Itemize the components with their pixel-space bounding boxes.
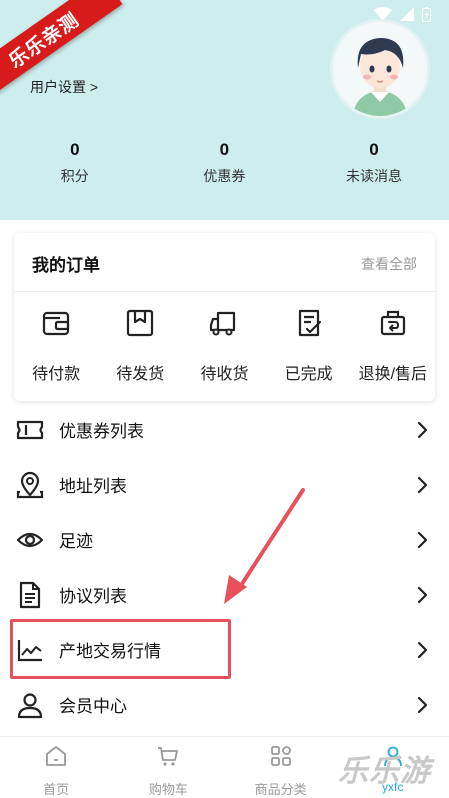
document-icon — [19, 581, 41, 608]
wallet-icon — [42, 311, 70, 336]
stat-label: 优惠券 — [203, 168, 246, 184]
order-item-label: 待付款 — [32, 366, 81, 383]
watermark: 乐乐游戏 yxfc — [330, 742, 449, 798]
stat-unread-messages[interactable]: 0 未读消息 — [299, 140, 449, 186]
stat-value: 0 — [70, 140, 80, 159]
order-item-label: 待收货 — [200, 366, 249, 383]
orders-title: 我的订单 — [32, 256, 100, 275]
view-all-orders-link[interactable]: 查看全部 — [361, 254, 417, 274]
order-pending-shipment[interactable]: 待发货 — [98, 307, 182, 384]
menu-item-label: 足迹 — [59, 532, 93, 551]
tab-cart[interactable]: 购物车 — [112, 737, 224, 798]
eye-icon — [16, 532, 44, 547]
stat-value: 0 — [369, 140, 379, 159]
chevron-right-icon — [417, 586, 428, 603]
menu-item-label: 优惠券列表 — [59, 422, 144, 441]
stat-points[interactable]: 0 积分 — [0, 140, 150, 186]
tab-home[interactable]: 首页 — [0, 737, 112, 798]
ticket-icon — [16, 420, 44, 439]
battery-icon — [422, 6, 431, 22]
order-item-label: 待发货 — [116, 366, 165, 383]
tab-label: 商品分类 — [254, 782, 307, 797]
menu-item-label: 协议列表 — [59, 587, 127, 606]
tab-categories[interactable]: 商品分类 — [225, 737, 337, 798]
order-item-label: 已完成 — [284, 366, 333, 383]
order-status-row: 待付款 待发货 待收货 已完成 退换/售后 — [14, 307, 435, 384]
menu-item-footprint[interactable]: 足迹 — [0, 512, 449, 567]
stat-label: 积分 — [60, 168, 89, 184]
order-completed[interactable]: 已完成 — [267, 307, 351, 384]
stats-row: 0 积分 0 优惠券 0 未读消息 — [0, 140, 449, 186]
avatar-illustration-icon — [333, 22, 427, 116]
chevron-right-icon — [417, 421, 428, 438]
order-pending-receipt[interactable]: 待收货 — [182, 307, 266, 384]
user-settings-link[interactable]: 用户设置 > — [30, 77, 98, 97]
menu-item-member-center[interactable]: 会员中心 — [0, 677, 449, 732]
cart-icon — [158, 747, 179, 766]
menu-item-agreement-list[interactable]: 协议列表 — [0, 567, 449, 622]
profile-header: 乐乐亲测 用户设置 > 0 积分 0 优惠券 0 未读消息 — [0, 0, 449, 220]
location-icon — [16, 471, 44, 498]
order-pending-payment[interactable]: 待付款 — [14, 307, 98, 384]
package-icon — [127, 309, 154, 337]
avatar[interactable] — [330, 19, 430, 119]
home-icon — [46, 746, 67, 766]
category-icon — [270, 746, 291, 766]
user-icon — [17, 692, 43, 718]
tab-label: 首页 — [43, 782, 70, 797]
chevron-right-icon — [417, 641, 428, 658]
menu-item-address-list[interactable]: 地址列表 — [0, 457, 449, 512]
menu-item-label: 会员中心 — [59, 697, 127, 716]
truck-icon — [210, 311, 236, 336]
tab-label: 购物车 — [148, 782, 188, 797]
stat-coupons[interactable]: 0 优惠券 — [150, 140, 300, 186]
menu-item-label: 地址列表 — [59, 477, 127, 496]
return-icon — [380, 310, 405, 336]
order-returns[interactable]: 退换/售后 — [351, 307, 435, 384]
chevron-right-icon — [417, 476, 428, 493]
watermark-url: yxfc — [382, 780, 404, 794]
menu-item-coupon-list[interactable]: 优惠券列表 — [0, 402, 449, 457]
divider — [14, 291, 435, 292]
stat-label: 未读消息 — [345, 168, 402, 184]
my-orders-card: 我的订单 查看全部 待付款 待发货 待收货 已完成 退换/售后 — [14, 233, 435, 401]
highlight-box — [10, 619, 231, 679]
chevron-right-icon — [417, 696, 428, 713]
stat-value: 0 — [219, 140, 230, 159]
order-item-label: 退换/售后 — [358, 366, 428, 383]
chevron-right-icon — [417, 531, 428, 548]
signal-icon — [400, 7, 414, 21]
done-doc-icon — [298, 309, 321, 337]
